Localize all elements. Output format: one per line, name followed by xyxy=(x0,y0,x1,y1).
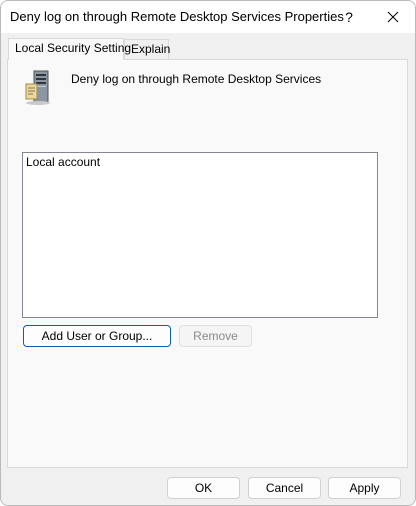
remove-button[interactable]: Remove xyxy=(179,325,252,347)
server-icon xyxy=(25,70,50,105)
add-user-or-group-button[interactable]: Add User or Group... xyxy=(23,325,171,347)
window-title: Deny log on through Remote Desktop Servi… xyxy=(10,9,344,24)
apply-button[interactable]: Apply xyxy=(328,477,401,499)
dialog-body: Local Security Setting Explain Deny log … xyxy=(1,33,415,505)
close-icon xyxy=(387,11,399,23)
accounts-listbox[interactable]: Local account xyxy=(22,152,378,318)
tab-local-security-setting[interactable]: Local Security Setting xyxy=(8,38,131,60)
tab-panel: Deny log on through Remote Desktop Servi… xyxy=(7,59,408,468)
cancel-button[interactable]: Cancel xyxy=(248,477,321,499)
list-item[interactable]: Local account xyxy=(23,153,377,171)
policy-title: Deny log on through Remote Desktop Servi… xyxy=(71,72,322,86)
close-button[interactable] xyxy=(371,1,415,33)
title-bar: Deny log on through Remote Desktop Servi… xyxy=(1,1,415,33)
properties-dialog: Deny log on through Remote Desktop Servi… xyxy=(0,0,416,506)
ok-button[interactable]: OK xyxy=(167,477,240,499)
help-button[interactable]: ? xyxy=(327,1,371,33)
